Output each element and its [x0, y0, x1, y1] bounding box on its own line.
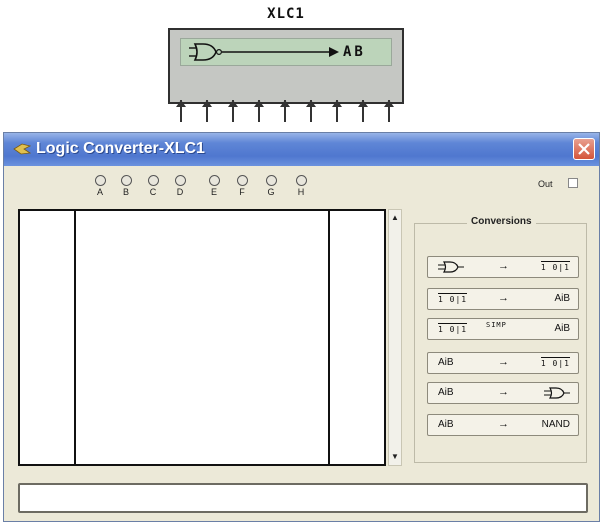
expression-to-circuit-button[interactable]: AiB →	[427, 382, 579, 404]
scroll-up-button[interactable]: ▲	[390, 212, 400, 224]
pin[interactable]	[228, 100, 238, 122]
gate-icon	[544, 387, 570, 402]
probe-label: G	[267, 187, 275, 197]
pin[interactable]	[306, 100, 316, 122]
probe-a[interactable]: A	[94, 175, 108, 197]
gate-to-expression-icon	[189, 43, 339, 61]
conversion-arrow: →	[498, 356, 509, 368]
probe-terminal[interactable]	[266, 175, 277, 186]
probe-label: F	[239, 187, 245, 197]
probe-label: B	[122, 187, 129, 197]
probe-terminal[interactable]	[237, 175, 248, 186]
probe-label: D	[176, 187, 184, 197]
pin[interactable]	[254, 100, 264, 122]
truth-table-to-simplified-expression-button[interactable]: 1 0|1 SIMP AiB	[427, 318, 579, 340]
probe-d[interactable]: D	[174, 175, 188, 197]
probe-terminal[interactable]	[121, 175, 132, 186]
symbol-body[interactable]: AB	[168, 28, 404, 104]
title-bar[interactable]: Logic Converter-XLC1	[4, 133, 599, 166]
probe-terminal[interactable]	[95, 175, 106, 186]
probe-label: H	[297, 187, 305, 197]
expression-label: AiB	[554, 293, 570, 304]
close-button[interactable]	[573, 138, 595, 160]
probe-label: A	[96, 187, 103, 197]
conversions-group: Conversions → 1 0|1 1 0|1 → AiB 1 0|1 SI…	[414, 216, 587, 463]
truth-table-icon: 1 0|1	[438, 293, 468, 304]
expression-label: AiB	[554, 323, 570, 334]
close-icon	[578, 143, 590, 155]
truth-table-to-expression-button[interactable]: 1 0|1 → AiB	[427, 288, 579, 310]
probe-terminal[interactable]	[296, 175, 307, 186]
pin[interactable]	[358, 100, 368, 122]
probe-h[interactable]: H	[295, 175, 309, 197]
out-checkbox[interactable]	[568, 178, 578, 188]
probe-e[interactable]: E	[208, 175, 222, 197]
conversion-arrow: →	[498, 292, 509, 304]
truth-table-icon: 1 0|1	[540, 261, 570, 272]
circuit-to-truth-table-button[interactable]: → 1 0|1	[427, 256, 579, 278]
app-icon	[13, 143, 32, 155]
truth-table-icon: 1 0|1	[540, 357, 570, 368]
probe-f[interactable]: F	[236, 175, 250, 197]
conversion-arrow: →	[498, 418, 509, 430]
expression-label: AiB	[438, 357, 454, 368]
probe-b[interactable]: B	[120, 175, 134, 197]
probe-terminal[interactable]	[209, 175, 220, 186]
scroll-down-button[interactable]: ▼	[390, 451, 400, 463]
symbol-output-label: AB	[343, 44, 366, 60]
truth-table-icon: 1 0|1	[438, 323, 468, 334]
expression-label: AiB	[438, 419, 454, 430]
probe-label: C	[149, 187, 157, 197]
window-title: Logic Converter-XLC1	[36, 140, 205, 157]
truth-table[interactable]	[18, 209, 386, 466]
probe-terminal[interactable]	[175, 175, 186, 186]
out-label: Out	[538, 179, 553, 189]
pin[interactable]	[280, 100, 290, 122]
probe-terminal[interactable]	[148, 175, 159, 186]
probe-c[interactable]: C	[147, 175, 161, 197]
table-column-divider	[74, 211, 76, 464]
gate-icon	[438, 261, 464, 276]
symbol-pins	[168, 100, 404, 126]
simplify-label: SIMP	[486, 321, 507, 329]
expression-label: AiB	[438, 387, 454, 398]
expression-to-truth-table-button[interactable]: AiB → 1 0|1	[427, 352, 579, 374]
symbol-display: AB	[180, 38, 392, 66]
probe-g[interactable]: G	[265, 175, 279, 197]
conversions-title: Conversions	[467, 216, 536, 227]
probe-label: E	[210, 187, 217, 197]
nand-label: NAND	[541, 419, 570, 430]
vertical-scrollbar[interactable]: ▲ ▼	[388, 209, 402, 466]
pin[interactable]	[176, 100, 186, 122]
pin[interactable]	[332, 100, 342, 122]
symbol-title: XLC1	[267, 6, 305, 22]
pin[interactable]	[202, 100, 212, 122]
logic-converter-window: Logic Converter-XLC1 A B C D E F G H Out…	[3, 132, 600, 522]
conversion-arrow: →	[498, 386, 509, 398]
table-column-divider	[328, 211, 330, 464]
expression-input[interactable]	[18, 483, 588, 513]
logic-converter-symbol[interactable]: XLC1 AB	[168, 6, 404, 124]
conversion-arrow: →	[498, 260, 509, 272]
pin[interactable]	[384, 100, 394, 122]
expression-to-nand-button[interactable]: AiB → NAND	[427, 414, 579, 436]
